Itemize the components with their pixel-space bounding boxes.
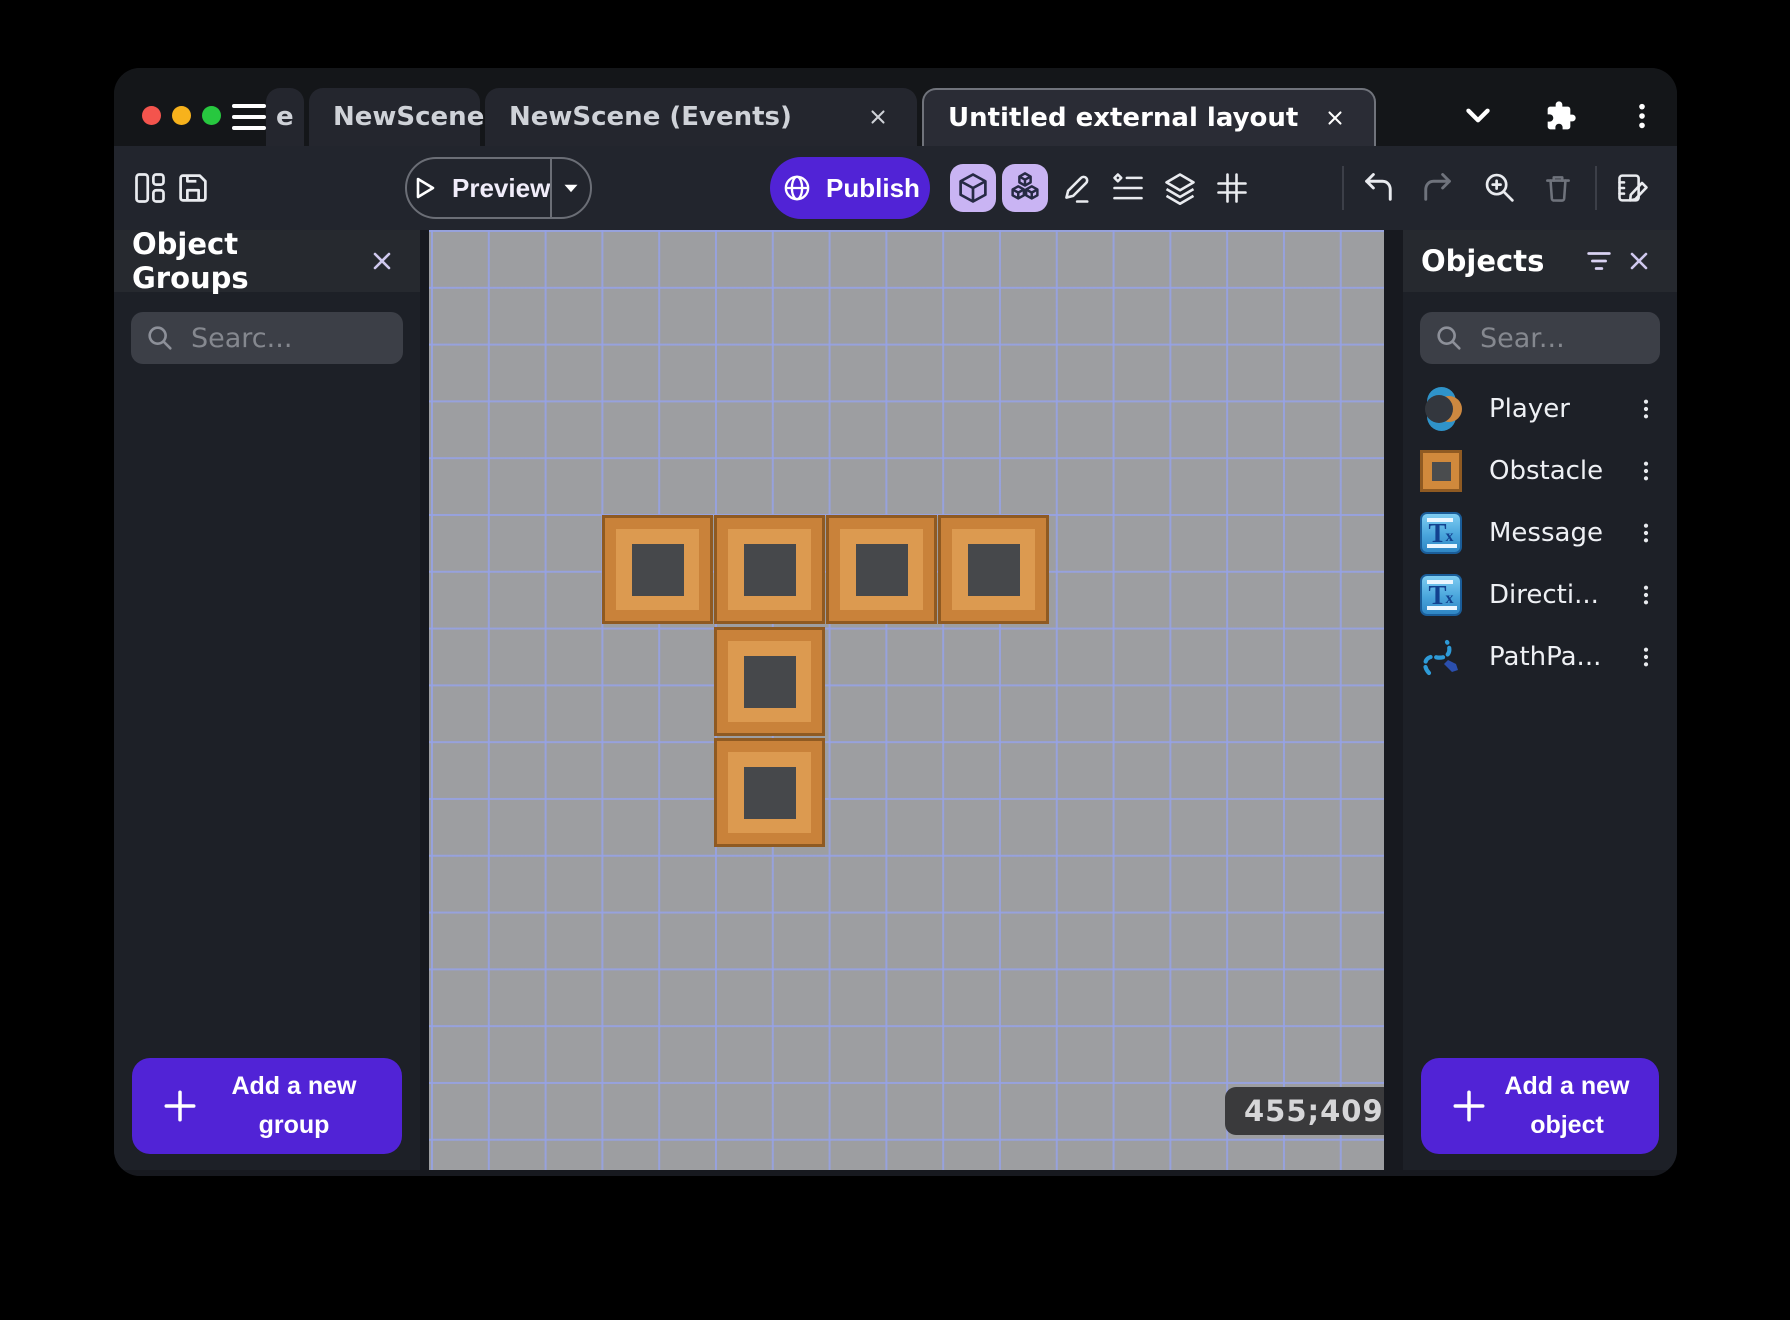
close-icon[interactable] bbox=[1320, 103, 1350, 133]
object-row-pathpaint[interactable]: PathPa... bbox=[1403, 626, 1677, 688]
maximize-window-button[interactable] bbox=[202, 106, 221, 125]
redo-icon[interactable] bbox=[1414, 164, 1460, 212]
titlebar: e NewScene NewScene (Events) Untitled ex… bbox=[114, 68, 1677, 146]
preview-dropdown-button[interactable] bbox=[552, 159, 590, 217]
kebab-menu-icon[interactable] bbox=[1629, 575, 1663, 615]
kebab-menu-icon[interactable] bbox=[1629, 389, 1663, 429]
edit-pencil-icon[interactable] bbox=[1053, 164, 1099, 212]
tab-label: Untitled external layout bbox=[948, 103, 1299, 133]
close-icon[interactable] bbox=[1619, 241, 1659, 281]
search-input[interactable] bbox=[191, 322, 389, 354]
text-object-icon: Tx bbox=[1419, 573, 1463, 617]
panel-title: Object Groups bbox=[132, 227, 249, 295]
add-object-button[interactable]: Add a new object bbox=[1421, 1058, 1659, 1154]
add-group-button[interactable]: Add a new group bbox=[132, 1058, 402, 1154]
desktop-background: e NewScene NewScene (Events) Untitled ex… bbox=[0, 0, 1790, 1320]
tab-label: NewScene bbox=[333, 102, 485, 132]
object-label: Obstacle bbox=[1489, 456, 1604, 486]
object-label: Directi... bbox=[1489, 580, 1599, 610]
filter-icon[interactable] bbox=[1579, 241, 1619, 281]
obstacle-instance[interactable] bbox=[826, 515, 937, 624]
obstacle-instance[interactable] bbox=[602, 515, 713, 624]
tab-untitled-external-layout[interactable]: Untitled external layout bbox=[922, 88, 1376, 146]
close-icon[interactable] bbox=[863, 102, 893, 132]
obstacle-instance[interactable] bbox=[714, 738, 825, 847]
object-groups-panel: Object Groups Add a new group bbox=[114, 227, 420, 1170]
extensions-puzzle-icon[interactable] bbox=[1542, 97, 1580, 135]
grid-icon[interactable] bbox=[1209, 164, 1255, 212]
layers-icon[interactable] bbox=[1157, 164, 1203, 212]
object-row-directions[interactable]: Tx Directi... bbox=[1403, 564, 1677, 626]
obstacle-instance[interactable] bbox=[714, 627, 825, 736]
search-icon bbox=[1437, 326, 1461, 350]
close-icon[interactable] bbox=[362, 241, 402, 281]
window-controls bbox=[142, 106, 221, 125]
play-icon bbox=[416, 177, 435, 199]
objects-search[interactable] bbox=[1420, 312, 1660, 364]
publish-button[interactable]: Publish bbox=[770, 157, 930, 219]
object-row-player[interactable]: Player bbox=[1403, 378, 1677, 440]
plus-icon bbox=[158, 1086, 202, 1126]
object-row-message[interactable]: Tx Message bbox=[1403, 502, 1677, 564]
trash-icon[interactable] bbox=[1535, 164, 1581, 212]
cursor-coordinates-badge: 455;409 bbox=[1225, 1087, 1384, 1135]
panel-title: Objects bbox=[1421, 244, 1545, 278]
zoom-in-icon[interactable] bbox=[1477, 164, 1523, 212]
objects-list: Player Obstacle T x Message T x Directi.… bbox=[1403, 378, 1677, 688]
tab-newscene[interactable]: NewScene bbox=[309, 88, 516, 146]
undo-icon[interactable] bbox=[1356, 164, 1402, 212]
search-input[interactable] bbox=[1480, 322, 1646, 354]
kebab-menu-icon[interactable] bbox=[1629, 513, 1663, 553]
edit-scene-icon[interactable] bbox=[1610, 164, 1656, 212]
obstacle-icon bbox=[1419, 449, 1463, 493]
tab-bar: e NewScene NewScene (Events) Untitled ex… bbox=[266, 88, 1376, 146]
text-object-icon: Tx bbox=[1419, 511, 1463, 555]
publish-label: Publish bbox=[826, 172, 920, 203]
toolbar: Preview Publish bbox=[114, 146, 1677, 230]
objects-header: Objects bbox=[1403, 230, 1677, 292]
tab-partial[interactable]: e bbox=[266, 88, 304, 146]
preview-label: Preview bbox=[452, 172, 551, 203]
tab-newscene-events[interactable]: NewScene (Events) bbox=[485, 88, 917, 146]
object-groups-search[interactable] bbox=[131, 312, 403, 364]
tab-label: NewScene (Events) bbox=[509, 102, 792, 132]
plus-icon bbox=[1447, 1086, 1491, 1126]
obstacle-instance[interactable] bbox=[714, 515, 825, 624]
projects-panel-icon[interactable] bbox=[127, 164, 173, 212]
object-label: Message bbox=[1489, 518, 1603, 548]
add-object-label: Add a new object bbox=[1504, 1072, 1630, 1139]
scene-canvas[interactable]: 455;409 bbox=[429, 230, 1384, 1170]
close-window-button[interactable] bbox=[142, 106, 161, 125]
main-area: Object Groups Add a new group bbox=[114, 227, 1677, 1176]
objects-stack-tool-icon[interactable] bbox=[1002, 164, 1048, 212]
instructions-list-icon[interactable] bbox=[1105, 164, 1151, 212]
search-icon bbox=[148, 326, 172, 350]
app-window: e NewScene NewScene (Events) Untitled ex… bbox=[114, 68, 1677, 1176]
toolbar-divider bbox=[1342, 166, 1344, 210]
object-groups-header: Object Groups bbox=[114, 227, 420, 295]
3d-box-tool-icon[interactable] bbox=[950, 164, 996, 212]
object-label: Player bbox=[1489, 394, 1570, 424]
object-label: PathPa... bbox=[1489, 642, 1602, 672]
caret-down-icon bbox=[564, 184, 578, 193]
globe-icon bbox=[784, 175, 810, 201]
save-icon[interactable] bbox=[170, 164, 216, 212]
objects-panel: Objects Sear... Player Obstacle T x Mess… bbox=[1403, 230, 1677, 1170]
kebab-menu-icon[interactable] bbox=[1629, 451, 1663, 491]
toolbar-divider bbox=[1595, 166, 1597, 210]
kebab-menu-icon[interactable] bbox=[1623, 97, 1661, 135]
chevron-down-icon[interactable] bbox=[1459, 97, 1497, 135]
preview-button[interactable]: Preview bbox=[405, 157, 592, 219]
object-row-obstacle[interactable]: Obstacle bbox=[1403, 440, 1677, 502]
main-menu-button[interactable] bbox=[232, 104, 268, 130]
obstacle-instance[interactable] bbox=[938, 515, 1049, 624]
add-group-label: Add a new group bbox=[231, 1072, 357, 1139]
minimize-window-button[interactable] bbox=[172, 106, 191, 125]
kebab-menu-icon[interactable] bbox=[1629, 637, 1663, 677]
path-paint-icon bbox=[1419, 635, 1463, 679]
player-icon bbox=[1419, 387, 1463, 431]
tab-label: e bbox=[276, 102, 294, 132]
